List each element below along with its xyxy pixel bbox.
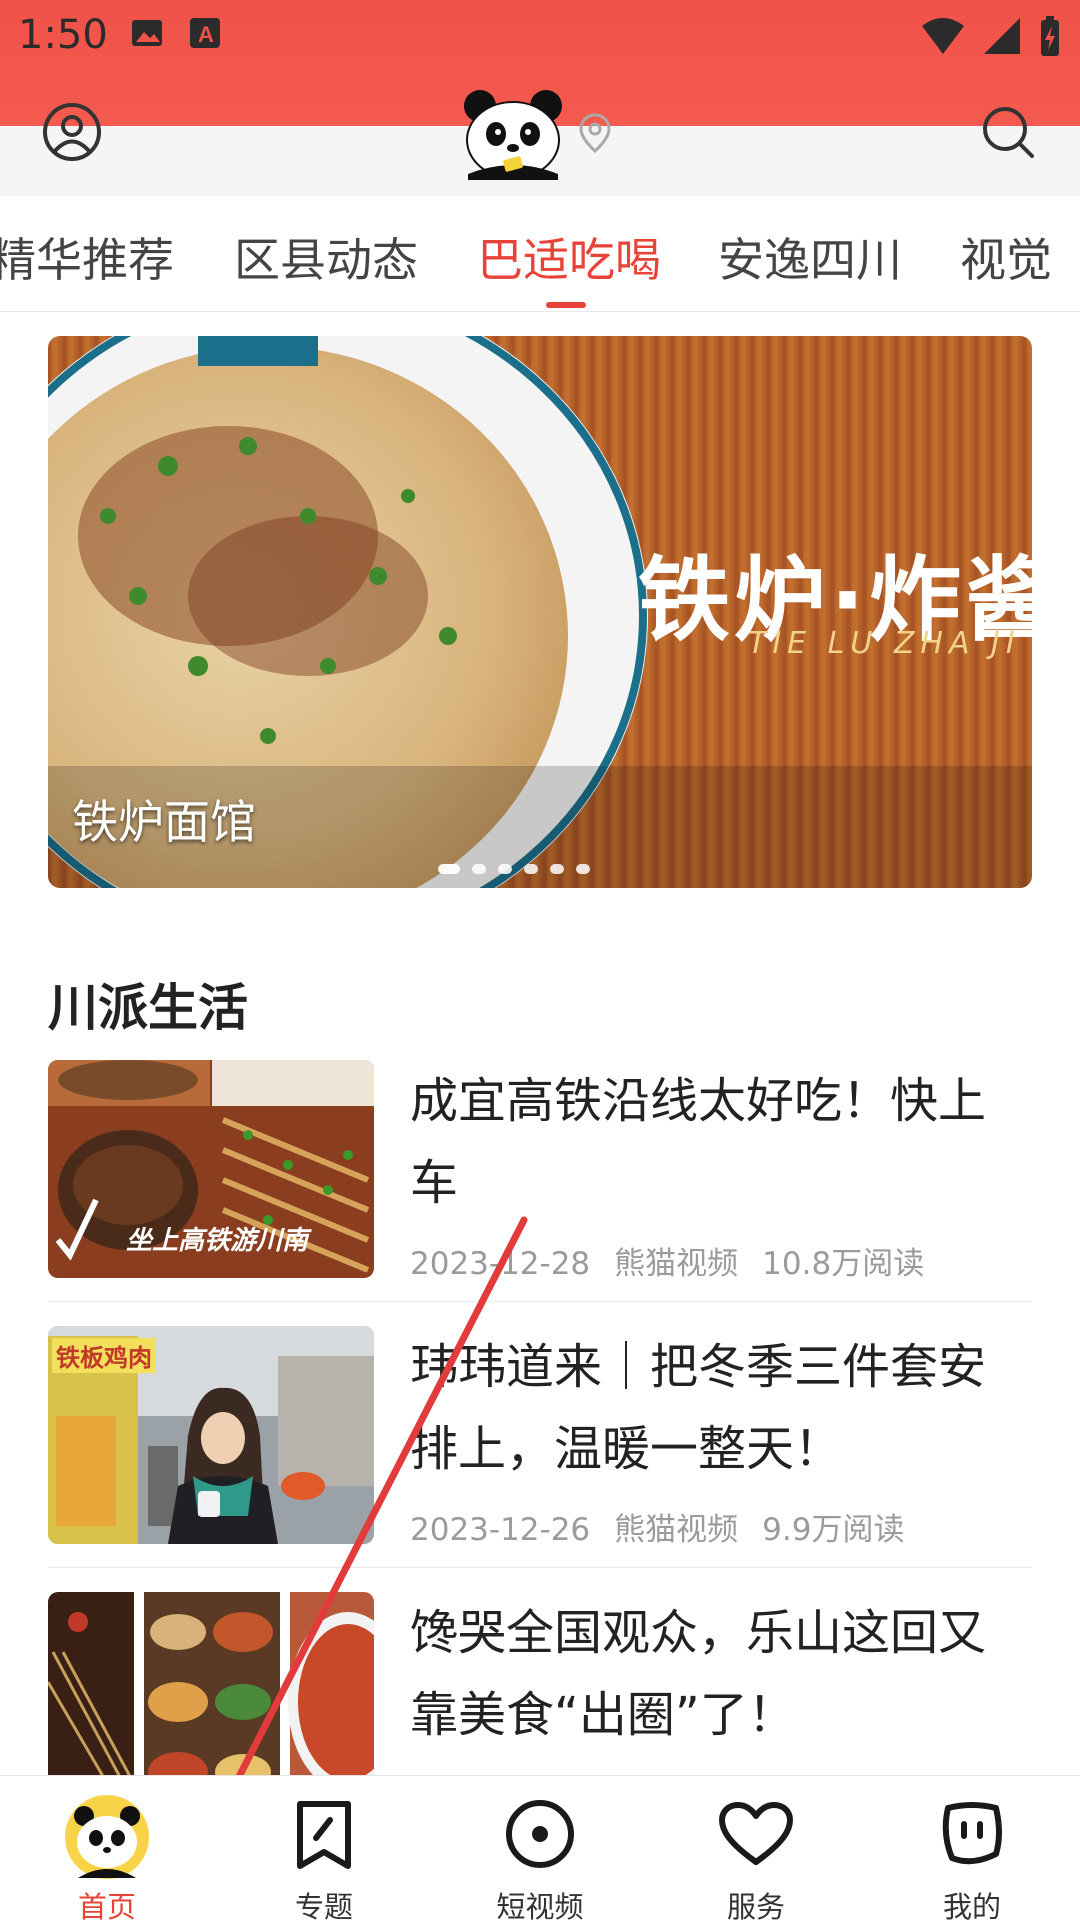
news-title: 馋哭全国观众，乐山这回又靠美食“出圈”了！ <box>410 1605 987 1743</box>
thumbnail-caption: 坐上高铁游川南 <box>126 1226 309 1256</box>
news-date: 2023-12-26 <box>410 1512 591 1548</box>
news-reads: 9.9万阅读 <box>762 1512 905 1548</box>
divider <box>48 1567 1032 1568</box>
image-icon <box>132 20 162 46</box>
tab-shijue[interactable]: 视觉 <box>960 224 1052 290</box>
news-meta: 2023-12-28 熊猫视频 10.8万阅读 <box>410 1238 948 1283</box>
location-pin-icon <box>579 113 611 153</box>
panda-logo-icon <box>464 90 562 180</box>
heart-icon <box>719 1802 793 1865</box>
news-reads: 10.8万阅读 <box>762 1246 925 1282</box>
tab-jinghua[interactable]: 精华推荐 <box>0 224 174 290</box>
category-tabs: 精华推荐 区县动态 巴适吃喝 安逸四川 视觉 <box>0 196 1080 312</box>
news-item[interactable]: 铁板鸡肉 玮玮道来｜把冬季三件套安排上，温暖一整天！ 2023-12-26 熊猫视… <box>48 1326 1032 1590</box>
tab-quxian[interactable]: 区县动态 <box>234 224 418 290</box>
news-source: 熊猫视频 <box>614 1246 739 1282</box>
news-meta: 2023-12-26 熊猫视频 9.9万阅读 <box>410 1504 928 1549</box>
carousel-dot[interactable] <box>524 864 538 874</box>
divider <box>48 1301 1032 1302</box>
tab-bashi-chihe[interactable]: 巴适吃喝 <box>477 224 661 290</box>
user-icon <box>43 103 101 161</box>
search-button[interactable] <box>976 100 1040 164</box>
news-date: 2023-12-28 <box>410 1246 591 1282</box>
svg-text:A: A <box>198 22 214 47</box>
banner-carousel[interactable]: 铁炉·炸酱 TIE LU ZHA JI 铁炉面馆 <box>48 336 1032 888</box>
profile-face-icon <box>942 1802 1002 1865</box>
status-time: 1:50 <box>18 12 108 58</box>
nav-topics[interactable]: 专题 <box>249 1786 399 1924</box>
nav-mine[interactable]: 我的 <box>897 1786 1047 1924</box>
bottom-navigation: 首页 专题 短视频 服务 我的 <box>0 1775 1080 1924</box>
news-item[interactable]: 坐上高铁游川南 成宜高铁沿线太好吃！快上车 2023-12-28 熊猫视频 10.8… <box>48 1060 1032 1324</box>
panda-home-icon <box>65 1795 149 1879</box>
section-title: 川派生活 <box>48 979 248 1037</box>
news-title: 玮玮道来｜把冬季三件套安排上，温暖一整天！ <box>410 1339 987 1477</box>
nav-home[interactable]: 首页 <box>32 1786 182 1924</box>
banner-overlay-subtitle: TIE LU ZHA JI <box>748 626 1021 661</box>
search-icon <box>983 107 1034 158</box>
carousel-dot[interactable] <box>472 864 486 874</box>
tab-anyi-sichuan[interactable]: 安逸四川 <box>718 224 902 290</box>
news-thumbnail <box>48 1592 374 1775</box>
wifi-icon <box>922 18 964 54</box>
video-circle-icon <box>506 1800 574 1868</box>
news-source: 熊猫视频 <box>614 1512 739 1548</box>
battery-icon <box>1041 16 1059 56</box>
carousel-dot[interactable] <box>550 864 564 874</box>
banner-caption: 铁炉面馆 <box>72 795 256 849</box>
active-tab-indicator <box>546 302 586 308</box>
news-thumbnail: 坐上高铁游川南 <box>48 1060 374 1278</box>
news-thumbnail: 铁板鸡肉 <box>48 1326 374 1544</box>
carousel-dot[interactable] <box>498 864 512 874</box>
nav-short-video[interactable]: 短视频 <box>465 1786 615 1924</box>
bookmark-icon <box>297 1801 351 1869</box>
thumbnail-sign: 铁板鸡肉 <box>52 1338 156 1373</box>
signal-icon <box>984 18 1020 54</box>
location-button[interactable] <box>578 112 612 154</box>
carousel-dots <box>438 864 590 874</box>
app-logo[interactable] <box>460 86 566 180</box>
news-title: 成宜高铁沿线太好吃！快上车 <box>410 1073 987 1211</box>
profile-button[interactable] <box>40 100 104 164</box>
font-icon: A <box>190 18 220 48</box>
carousel-dot[interactable] <box>438 864 460 874</box>
news-item[interactable]: 馋哭全国观众，乐山这回又靠美食“出圈”了！ <box>48 1592 1032 1775</box>
nav-services[interactable]: 服务 <box>681 1786 831 1924</box>
carousel-dot[interactable] <box>576 864 590 874</box>
